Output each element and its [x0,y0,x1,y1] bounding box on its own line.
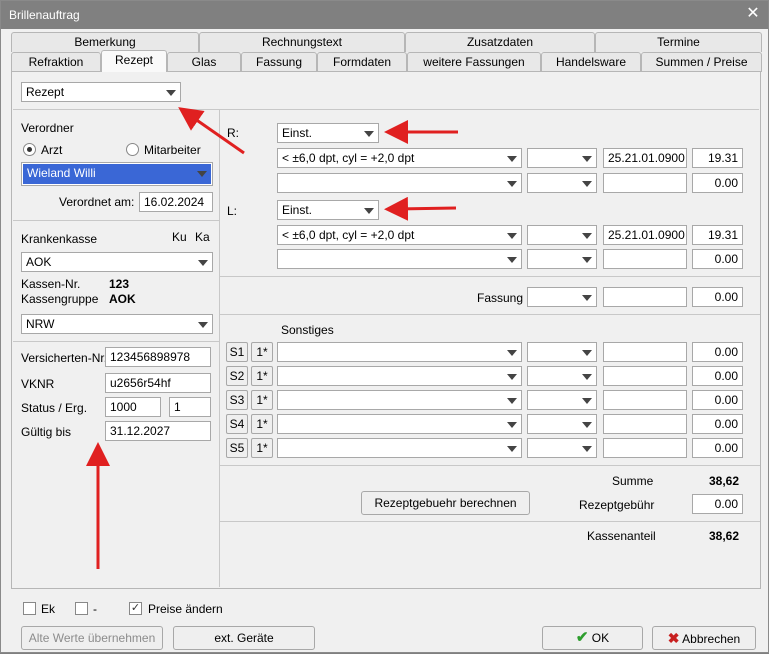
annotation-arrows [86,107,458,569]
brillenauftrag-window: Brillenauftrag ✕ Bemerkung Rechnungstext… [0,0,769,653]
annotation-arrow-l [384,196,457,221]
annotation-arrow-type [178,107,245,155]
tab-rezept[interactable]: Rezept [101,50,167,72]
